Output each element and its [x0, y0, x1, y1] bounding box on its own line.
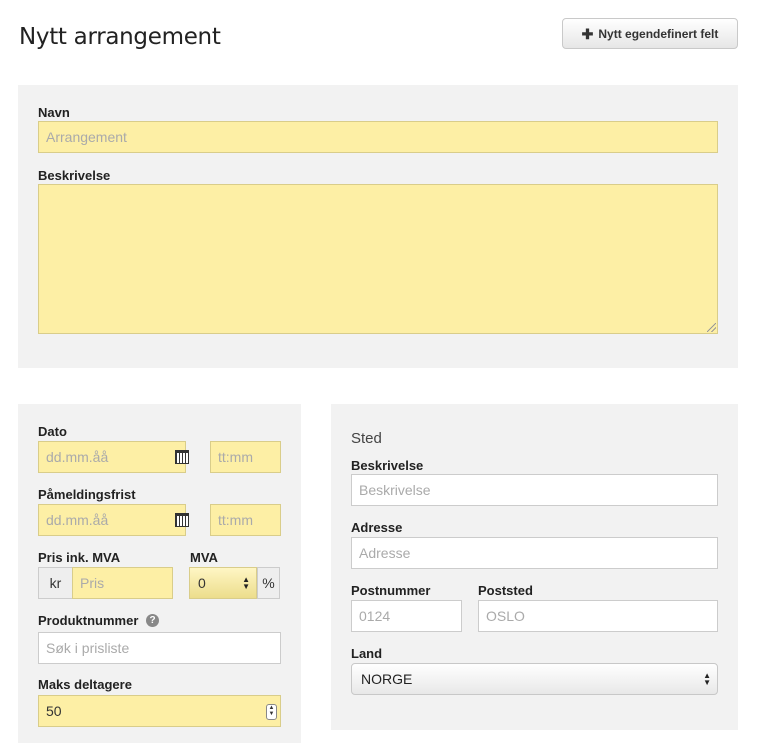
plus-icon: ✚: [581, 25, 594, 42]
description-label: Beskrivelse: [38, 168, 111, 183]
postal-code-input[interactable]: [351, 600, 462, 632]
location-description-label: Beskrivelse: [351, 458, 424, 473]
vat-select[interactable]: 0 ▲ ▼: [189, 567, 257, 599]
question-icon[interactable]: ?: [146, 614, 159, 627]
calendar-icon[interactable]: [175, 513, 189, 527]
vat-value: 0: [198, 575, 206, 591]
new-custom-field-label: Nytt egendefinert felt: [598, 26, 719, 41]
max-participants-label: Maks deltagere: [38, 677, 132, 692]
name-input[interactable]: [38, 121, 718, 153]
updown-arrows-icon: ▲ ▼: [242, 575, 250, 591]
price-label: Pris ink. MVA: [38, 550, 121, 565]
location-panel: Sted Beskrivelse Adresse Postnummer Post…: [331, 404, 738, 730]
address-label: Adresse: [351, 520, 403, 535]
postal-code-label: Postnummer: [351, 583, 431, 598]
product-number-label: Produktnummer: [38, 613, 139, 628]
spinner-arrows-icon[interactable]: ▲ ▼: [266, 704, 277, 720]
time-input[interactable]: [210, 441, 281, 473]
updown-arrows-icon: ▲ ▼: [703, 671, 711, 687]
price-input[interactable]: [72, 567, 173, 599]
currency-addon: kr: [38, 567, 73, 599]
location-title: Sted: [351, 430, 382, 447]
new-custom-field-button[interactable]: ✚ Nytt egendefinert felt: [562, 18, 738, 49]
product-search-input[interactable]: [38, 632, 281, 664]
date-label: Dato: [38, 424, 67, 439]
page-title: Nytt arrangement: [19, 24, 221, 50]
vat-unit-addon: %: [257, 567, 280, 599]
address-input[interactable]: [351, 537, 718, 569]
country-value: NORGE: [361, 671, 413, 687]
calendar-icon[interactable]: [175, 450, 189, 464]
deadline-time-input[interactable]: [210, 504, 281, 536]
description-textarea[interactable]: [38, 184, 718, 334]
country-label: Land: [351, 646, 383, 661]
city-label: Poststed: [478, 583, 533, 598]
max-participants-input[interactable]: [38, 695, 281, 727]
deadline-label: Påmeldingsfrist: [38, 487, 136, 502]
country-select[interactable]: NORGE ▲ ▼: [351, 663, 718, 695]
date-input[interactable]: [38, 441, 186, 473]
main-info-panel: Navn Beskrivelse: [18, 85, 738, 368]
location-description-input[interactable]: [351, 474, 718, 506]
deadline-date-input[interactable]: [38, 504, 186, 536]
resize-grip-icon[interactable]: [707, 323, 716, 332]
name-label: Navn: [38, 105, 70, 120]
vat-label: MVA: [190, 550, 218, 565]
city-input[interactable]: [478, 600, 718, 632]
details-panel: Dato Påmeldingsfrist Pris ink. MVA MVA k…: [18, 404, 301, 743]
